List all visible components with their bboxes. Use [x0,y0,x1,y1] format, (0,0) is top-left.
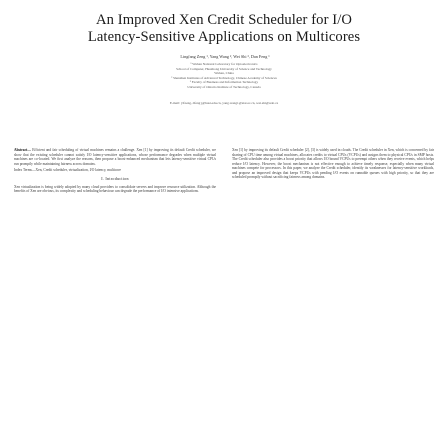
affiliation-line: University of Ontario Institute of Techn… [187,84,261,89]
abstract-label: Abstract— [14,148,31,152]
section-heading: I. Introduction [101,176,129,182]
author-list: Lingfang Zeng ¹, Yang Wang ², Wei Shi ³,… [180,54,270,59]
title-line-1: An Improved Xen Credit Scheduler for I/O [95,12,353,28]
paper-title: An Improved Xen Credit Scheduler for I/O… [20,12,428,46]
index-terms: Index Terms—Xen, Credit scheduler, virtu… [14,167,121,172]
affiliations: ¹ Wuhan National Laboratory for Optoelec… [40,62,408,90]
abstract: Abstract— Efficient and fair scheduling … [14,148,216,166]
right-column: Xen [1] by improving its default Credit … [232,148,434,180]
left-column: Abstract— Efficient and fair scheduling … [14,148,216,195]
body-paragraph: Xen [1] by improving its default Credit … [232,148,434,180]
paper-page: An Improved Xen Credit Scheduler for I/O… [0,0,448,448]
title-line-2: Latency-Sensitive Applications on Multic… [87,29,361,45]
intro-paragraph: Xen virtualization is being widely adopt… [14,184,216,194]
author-email: E-mail: {lfzeng, dfeng}@hust.edu.cn, yan… [169,101,279,105]
abstract-text: Efficient and fair scheduling of virtual… [14,148,216,166]
